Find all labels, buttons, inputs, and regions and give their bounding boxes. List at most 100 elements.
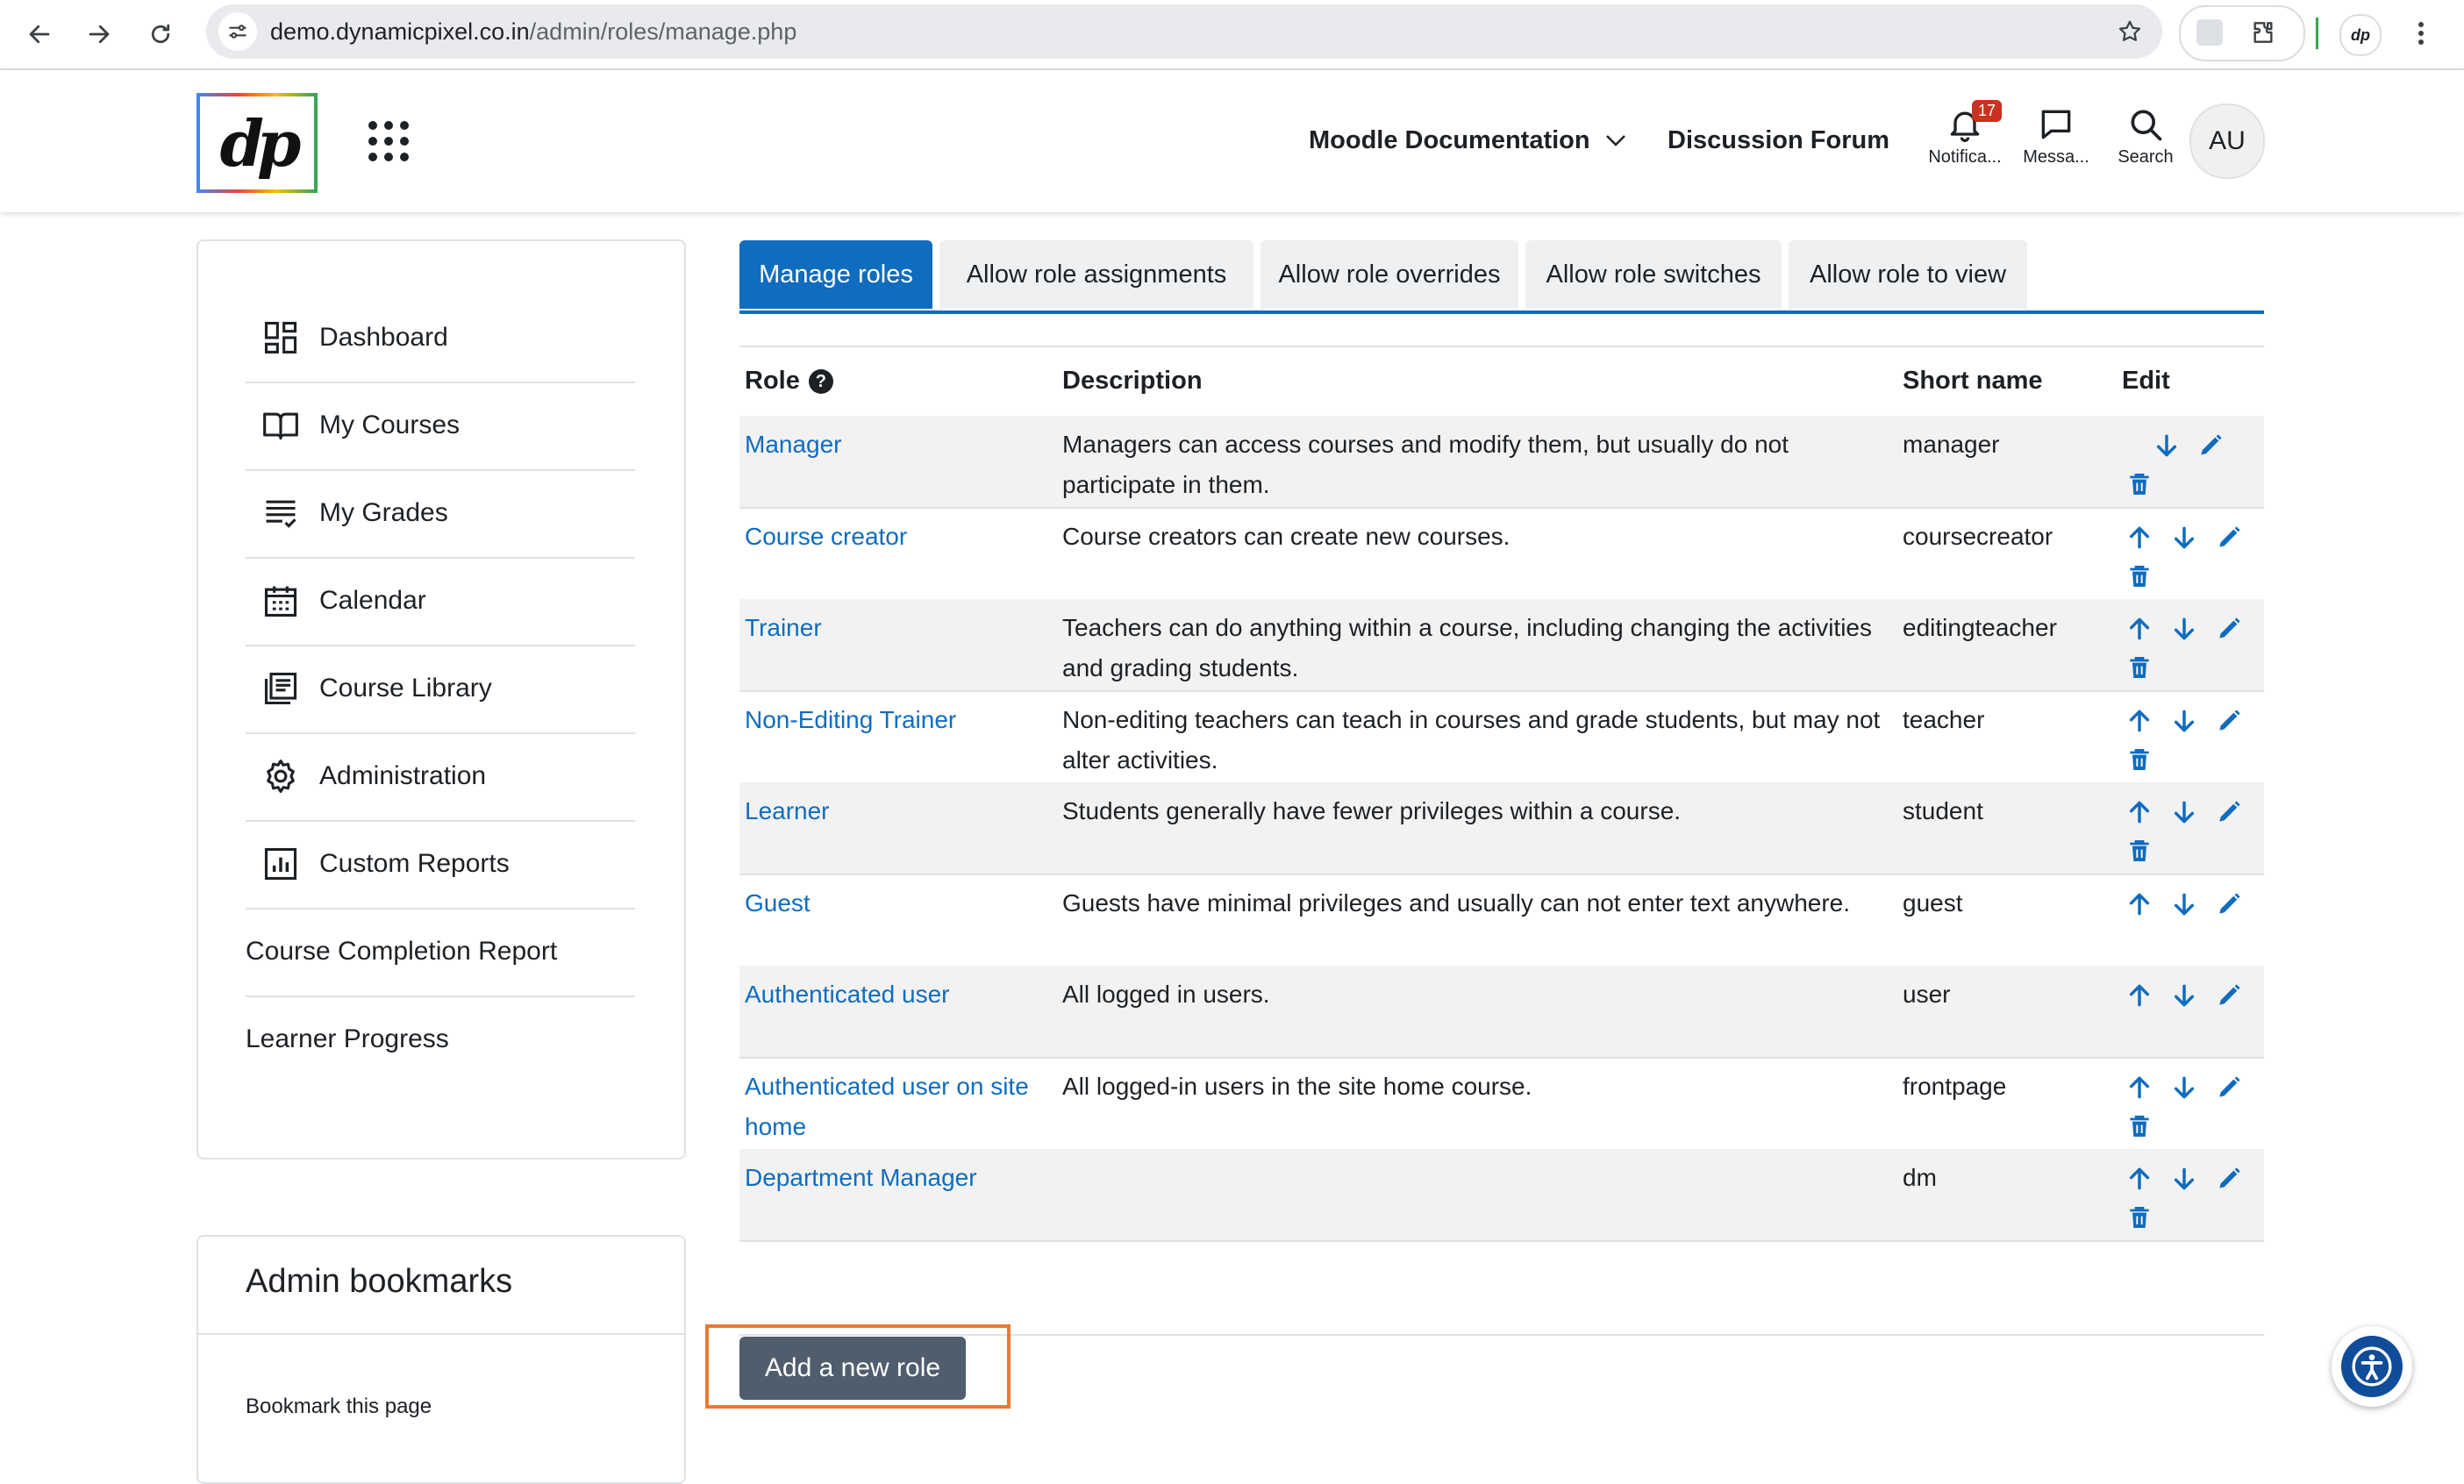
accessibility-button[interactable] [2332, 1326, 2412, 1407]
url-host: demo.dynamicpixel.co.in [270, 18, 530, 45]
delete-role-button[interactable] [2122, 1109, 2157, 1144]
move-down-button[interactable] [2167, 611, 2202, 646]
site-logo[interactable]: dp [196, 93, 318, 193]
column-header-short-name: Short name [1903, 367, 2043, 395]
nav-discussion-forum[interactable]: Discussion Forum [1668, 126, 1889, 155]
edit-role-button[interactable] [2211, 1070, 2246, 1105]
notifications-button[interactable]: 17 Notifica... [1921, 100, 2009, 193]
tab-allow-role-switches[interactable]: Allow role switches [1525, 240, 1782, 309]
extension-icon[interactable] [2196, 19, 2223, 46]
move-up-button[interactable] [2122, 520, 2157, 555]
forward-button[interactable] [77, 12, 121, 56]
edit-role-button[interactable] [2211, 978, 2246, 1013]
move-up-button[interactable] [2122, 795, 2157, 830]
sidebar-item-label: My Grades [319, 498, 448, 527]
pencil-icon [2219, 984, 2240, 1005]
role-name-link[interactable]: Authenticated user on site home [745, 1067, 1052, 1147]
move-down-button[interactable] [2167, 1161, 2202, 1196]
sidebar-item-dashboard[interactable]: Dashboard [246, 294, 635, 383]
help-icon[interactable]: ? [808, 369, 833, 395]
back-button[interactable] [18, 12, 61, 56]
bookmark-star-icon[interactable] [2117, 18, 2143, 45]
move-up-button[interactable] [2122, 1161, 2157, 1196]
tab-allow-role-assignments[interactable]: Allow role assignments [939, 240, 1253, 309]
move-down-button[interactable] [2149, 428, 2184, 463]
sidebar-item-course-library[interactable]: Course Library [246, 645, 635, 734]
user-avatar[interactable]: AU [2189, 103, 2265, 179]
tab-manage-roles[interactable]: Manage roles [739, 240, 932, 309]
nav-moodle-documentation-label: Moodle Documentation [1309, 126, 1590, 154]
move-down-button[interactable] [2167, 520, 2202, 555]
sidebar-item-calendar[interactable]: Calendar [246, 557, 635, 646]
role-name-link[interactable]: Manager [745, 425, 1052, 465]
sidebar-item-administration[interactable]: Administration [246, 732, 635, 822]
delete-role-button[interactable] [2122, 650, 2157, 685]
reload-button[interactable] [139, 12, 182, 56]
sidebar-item-label: Custom Reports [319, 849, 510, 878]
site-header: dp Moodle Documentation Discussion Forum… [0, 70, 2464, 212]
move-down-button[interactable] [2167, 887, 2202, 922]
nav-moodle-documentation[interactable]: Moodle Documentation [1309, 126, 1627, 155]
browser-profile-avatar[interactable]: dp [2339, 14, 2382, 56]
open-book-icon [263, 412, 298, 440]
move-up-button[interactable] [2122, 1070, 2157, 1105]
sidebar-item-label: Calendar [319, 586, 426, 615]
delete-role-button[interactable] [2122, 742, 2157, 777]
site-info-icon[interactable] [218, 12, 257, 51]
admin-bookmarks-title: Admin bookmarks [246, 1263, 513, 1300]
tab-allow-role-overrides[interactable]: Allow role overrides [1261, 240, 1518, 309]
sidebar-item-learner-progress[interactable]: Learner Progress [246, 995, 635, 1083]
trash-icon [2130, 748, 2149, 770]
url-text: demo.dynamicpixel.co.in/admin/roles/mana… [270, 18, 796, 46]
delete-role-button[interactable] [2122, 1200, 2157, 1235]
role-name-link[interactable]: Guest [745, 883, 1052, 924]
sidebar-item-my-grades[interactable]: My Grades [246, 469, 635, 559]
column-header-edit: Edit [2122, 367, 2170, 395]
move-down-button[interactable] [2167, 795, 2202, 830]
role-name-link[interactable]: Department Manager [745, 1158, 1052, 1198]
tab-allow-role-to-view[interactable]: Allow role to view [1789, 240, 2027, 309]
sidebar-item-my-courses[interactable]: My Courses [246, 382, 635, 471]
move-up-button[interactable] [2122, 703, 2157, 738]
table-row: Non-Editing Trainer Non-editing teachers … [739, 691, 2264, 784]
move-down-button[interactable] [2167, 978, 2202, 1013]
edit-role-button[interactable] [2211, 520, 2246, 555]
apps-grid-icon[interactable] [368, 121, 409, 161]
role-short-name: frontpage [1903, 1072, 2007, 1100]
role-name-link[interactable]: Learner [745, 791, 1052, 831]
role-name-link[interactable]: Course creator [745, 517, 1052, 557]
move-up-button[interactable] [2122, 887, 2157, 922]
edit-role-button[interactable] [2211, 887, 2246, 922]
edit-role-button[interactable] [2211, 703, 2246, 738]
edit-role-button[interactable] [2211, 611, 2246, 646]
edit-role-button[interactable] [2211, 795, 2246, 830]
delete-role-button[interactable] [2122, 467, 2157, 502]
edit-role-button[interactable] [2193, 428, 2228, 463]
arrow-up-icon [2129, 710, 2150, 731]
add-new-role-button[interactable]: Add a new role [739, 1337, 966, 1400]
delete-role-button[interactable] [2122, 833, 2157, 868]
messages-button[interactable]: Messa... [2012, 105, 2100, 193]
trash-icon [2130, 474, 2149, 495]
role-name-link[interactable]: Authenticated user [745, 974, 1052, 1015]
role-name-link[interactable]: Trainer [745, 608, 1052, 648]
move-up-button[interactable] [2122, 611, 2157, 646]
move-up-button[interactable] [2122, 978, 2157, 1013]
accessibility-icon [2341, 1336, 2403, 1397]
puzzle-icon[interactable] [2249, 18, 2277, 46]
pencil-icon [2219, 525, 2240, 547]
move-down-button[interactable] [2167, 1070, 2202, 1105]
sidebar-item-course-completion-report[interactable]: Course Completion Report [246, 908, 635, 997]
role-short-name: student [1903, 797, 1983, 824]
extensions-group [2179, 5, 2305, 61]
role-name-link[interactable]: Non-Editing Trainer [745, 700, 1052, 740]
address-bar[interactable]: demo.dynamicpixel.co.in/admin/roles/mana… [206, 4, 2162, 59]
browser-menu-button[interactable] [2408, 14, 2434, 53]
search-button[interactable]: Search [2102, 105, 2189, 193]
messages-caption: Messa... [2023, 147, 2089, 167]
move-down-button[interactable] [2167, 703, 2202, 738]
delete-role-button[interactable] [2122, 559, 2157, 594]
bookmark-this-page-link[interactable]: Bookmark this page [246, 1395, 432, 1419]
sidebar-item-custom-reports[interactable]: Custom Reports [246, 820, 635, 910]
edit-role-button[interactable] [2211, 1161, 2246, 1196]
